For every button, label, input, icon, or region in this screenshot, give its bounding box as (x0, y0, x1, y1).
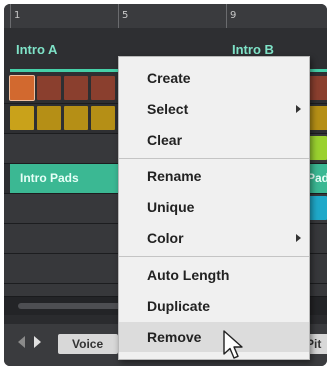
pattern-cell[interactable] (91, 106, 115, 130)
submenu-arrow-icon (296, 234, 301, 242)
tab-voice[interactable]: Voice (58, 334, 118, 354)
menu-item-select-label: Select (147, 101, 189, 117)
context-menu: Create Select Clear Rename Unique Color … (118, 56, 310, 360)
pattern-cell[interactable] (37, 76, 61, 100)
pattern-cell[interactable] (37, 106, 61, 130)
pattern-cell[interactable] (91, 76, 115, 100)
ruler-mark-5 (118, 4, 119, 28)
scene-intro-a-bar[interactable] (10, 69, 120, 72)
submenu-arrow-icon (296, 105, 301, 113)
menu-item-clear[interactable]: Clear (119, 125, 309, 155)
menu-separator (119, 256, 309, 257)
pattern-cell[interactable] (64, 76, 88, 100)
scene-intro-a-label[interactable]: Intro A (16, 42, 57, 57)
menu-item-color-label: Color (147, 230, 184, 246)
menu-item-select[interactable]: Select (119, 94, 309, 124)
ruler-mark-1 (10, 4, 11, 28)
menu-item-unique[interactable]: Unique (119, 192, 309, 222)
menu-item-duplicate[interactable]: Duplicate (119, 291, 309, 321)
timeline-ruler[interactable]: 1 5 9 (4, 4, 327, 29)
nav-left-icon[interactable] (18, 336, 25, 348)
menu-item-auto-length[interactable]: Auto Length (119, 260, 309, 290)
ruler-mark-9 (226, 4, 227, 28)
menu-item-remove[interactable]: Remove (119, 322, 309, 352)
pattern-cell[interactable] (9, 75, 35, 101)
arranger-window: 1 5 9 Intro A Intro B Intro Pads Pad Voi… (4, 4, 327, 366)
menu-item-color[interactable]: Color (119, 223, 309, 253)
menu-item-rename[interactable]: Rename (119, 161, 309, 191)
menu-separator (119, 158, 309, 159)
nav-right-icon[interactable] (34, 336, 41, 348)
menu-item-create[interactable]: Create (119, 63, 309, 93)
pattern-cell[interactable] (64, 106, 88, 130)
mouse-pointer-icon (223, 330, 243, 359)
pattern-cell[interactable] (10, 106, 34, 130)
pattern-intro-pads[interactable]: Intro Pads (10, 164, 118, 193)
ruler-label-9: 9 (230, 10, 237, 21)
ruler-label-1: 1 (14, 10, 21, 21)
scene-intro-b-label[interactable]: Intro B (232, 42, 274, 57)
ruler-label-5: 5 (122, 10, 129, 21)
